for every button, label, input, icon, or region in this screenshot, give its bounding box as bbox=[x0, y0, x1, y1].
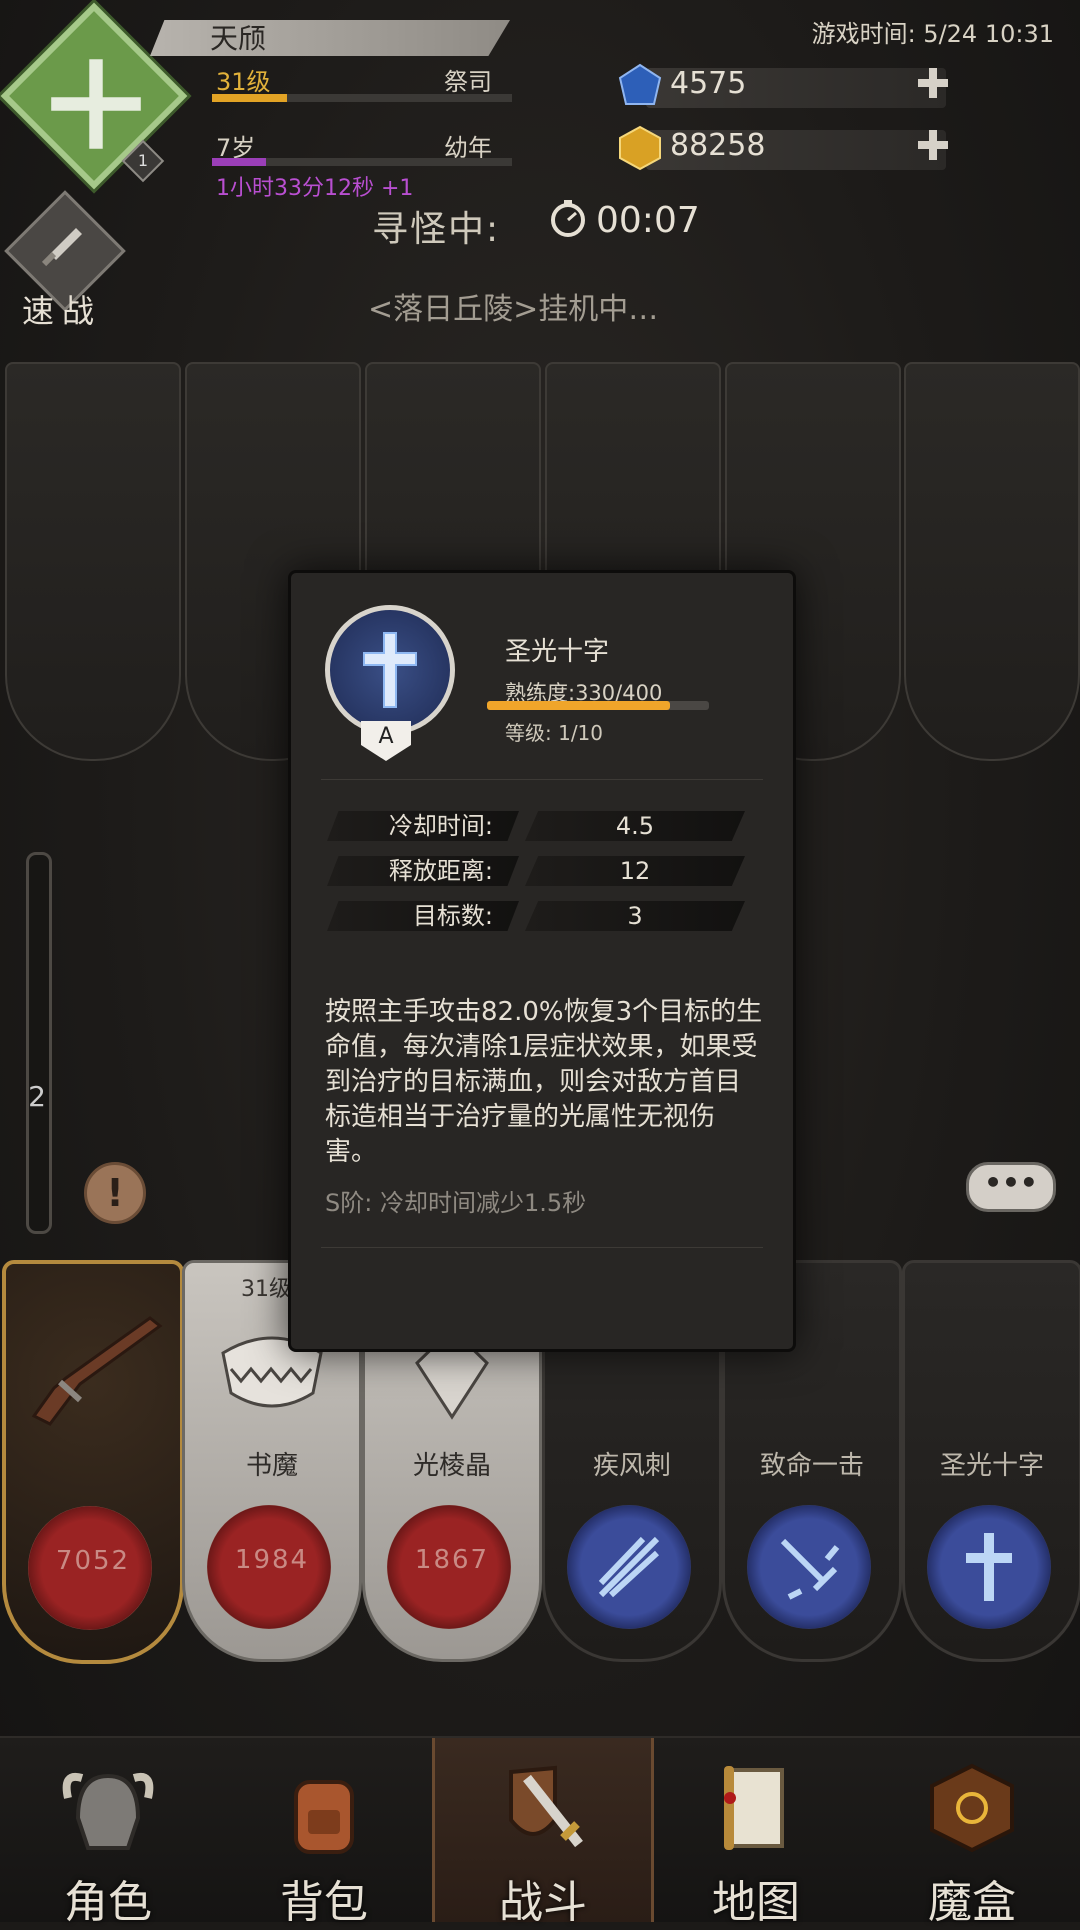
card-name: 致命一击 bbox=[759, 1451, 864, 1481]
sword-shield-icon bbox=[509, 1765, 583, 1848]
card-power: 7052 bbox=[55, 1546, 131, 1576]
age-progress-bar bbox=[212, 158, 512, 166]
weapon-card[interactable]: 7052 bbox=[2, 1260, 184, 1664]
scroll-map-icon bbox=[724, 1766, 784, 1850]
backpack-icon bbox=[294, 1780, 354, 1854]
growth-timer: 1小时33分12秒 +1 bbox=[216, 176, 414, 201]
game-time: 游戏时间: 5/24 10:31 bbox=[811, 20, 1054, 48]
currency-row-gems: 4575 bbox=[616, 63, 952, 110]
currency-row-gold: 88258 bbox=[616, 125, 952, 172]
card-name: 光棱晶 bbox=[412, 1451, 491, 1481]
nav-character[interactable]: 角色 bbox=[0, 1738, 216, 1928]
helmet-icon bbox=[62, 1773, 154, 1850]
idle-status: <落日丘陵>挂机中… bbox=[368, 292, 659, 327]
stat-label: 目标数: bbox=[327, 901, 519, 931]
nav-backpack[interactable]: 背包 bbox=[216, 1738, 432, 1928]
gold-value: 88258 bbox=[670, 128, 766, 163]
skill-card[interactable]: 圣光十字 bbox=[902, 1260, 1080, 1662]
add-gold-icon[interactable] bbox=[916, 128, 950, 162]
player-name: 天颀 bbox=[210, 22, 267, 55]
search-time: 00:07 bbox=[596, 200, 700, 241]
gold-gem-icon bbox=[619, 125, 661, 171]
nav-label: 背包 bbox=[280, 1877, 368, 1928]
stage-progress-slider[interactable] bbox=[26, 852, 52, 1234]
stopwatch-icon bbox=[551, 200, 585, 237]
card-name: 疾风刺 bbox=[592, 1451, 671, 1481]
level-progress-fill bbox=[212, 94, 287, 102]
skill-description: 按照主手攻击82.0%恢复3个目标的生命值，每次清除1层症状效果，如果受到治疗的… bbox=[325, 997, 763, 1167]
holy-cross-icon bbox=[363, 632, 417, 708]
stat-value: 4.5 bbox=[525, 811, 745, 841]
proficiency-fill bbox=[487, 701, 671, 710]
nav-magic-box[interactable]: 魔盒 bbox=[864, 1738, 1080, 1928]
stat-label: 冷却时间: bbox=[327, 811, 519, 841]
proficiency-bar bbox=[487, 701, 709, 710]
nav-battle[interactable]: 战斗 bbox=[432, 1738, 654, 1928]
skill-grade: A bbox=[361, 721, 411, 761]
skill-level: 等级: 1/10 bbox=[505, 721, 604, 745]
blue-gem-icon bbox=[618, 63, 662, 105]
chat-button[interactable]: ••• bbox=[966, 1162, 1056, 1212]
age-progress-fill bbox=[212, 158, 266, 166]
skill-name: 圣光十字 bbox=[505, 637, 610, 667]
magic-box-icon bbox=[930, 1763, 1014, 1853]
card-power: 1867 bbox=[414, 1545, 490, 1575]
skill-detail-popup[interactable]: A 圣光十字 熟练度:330/400 等级: 1/10 冷却时间: 4.5 释放… bbox=[288, 570, 796, 1352]
card-name: 书魔 bbox=[245, 1451, 298, 1481]
nav-label: 角色 bbox=[64, 1877, 152, 1928]
nav-label: 魔盒 bbox=[928, 1877, 1016, 1928]
holy-cross-icon bbox=[966, 1533, 1012, 1601]
skill-upgrade-note: S阶: 冷却时间减少1.5秒 bbox=[325, 1189, 587, 1217]
musket-icon bbox=[31, 1316, 163, 1426]
divider bbox=[321, 779, 763, 780]
name-plate bbox=[150, 20, 510, 56]
battle-slot[interactable] bbox=[904, 362, 1080, 761]
nav-label: 战斗 bbox=[499, 1877, 587, 1928]
crest-level-text: 1 bbox=[137, 151, 149, 170]
add-gems-icon[interactable] bbox=[916, 66, 950, 100]
divider bbox=[321, 1247, 763, 1248]
nav-map[interactable]: 地图 bbox=[648, 1738, 864, 1928]
level-progress-bar bbox=[212, 94, 512, 102]
stage-number: 2 bbox=[28, 1080, 46, 1113]
card-power: 1984 bbox=[234, 1545, 310, 1575]
nav-label: 地图 bbox=[712, 1877, 800, 1928]
search-status-label: 寻怪中: bbox=[372, 209, 501, 250]
gem-value: 4575 bbox=[670, 66, 747, 101]
card-level: 31级 bbox=[241, 1277, 291, 1302]
player-level: 31级 bbox=[216, 68, 271, 96]
sword-icon bbox=[41, 228, 82, 267]
wind-thrust-icon bbox=[598, 1536, 660, 1598]
battle-slot[interactable] bbox=[5, 362, 181, 761]
stat-label: 释放距离: bbox=[327, 856, 519, 886]
quick-battle-label[interactable]: 速战 bbox=[22, 286, 102, 332]
player-job: 祭司 bbox=[444, 68, 492, 96]
bottom-nav: 角色 背包 战斗 地图 魔盒 bbox=[0, 1736, 1080, 1928]
alert-button[interactable]: ! bbox=[84, 1162, 146, 1224]
cross-crest-icon bbox=[51, 59, 141, 149]
fatal-strike-icon bbox=[780, 1538, 840, 1600]
stat-value: 3 bbox=[525, 901, 745, 931]
stat-value: 12 bbox=[525, 856, 745, 886]
card-name: 圣光十字 bbox=[939, 1451, 1044, 1481]
